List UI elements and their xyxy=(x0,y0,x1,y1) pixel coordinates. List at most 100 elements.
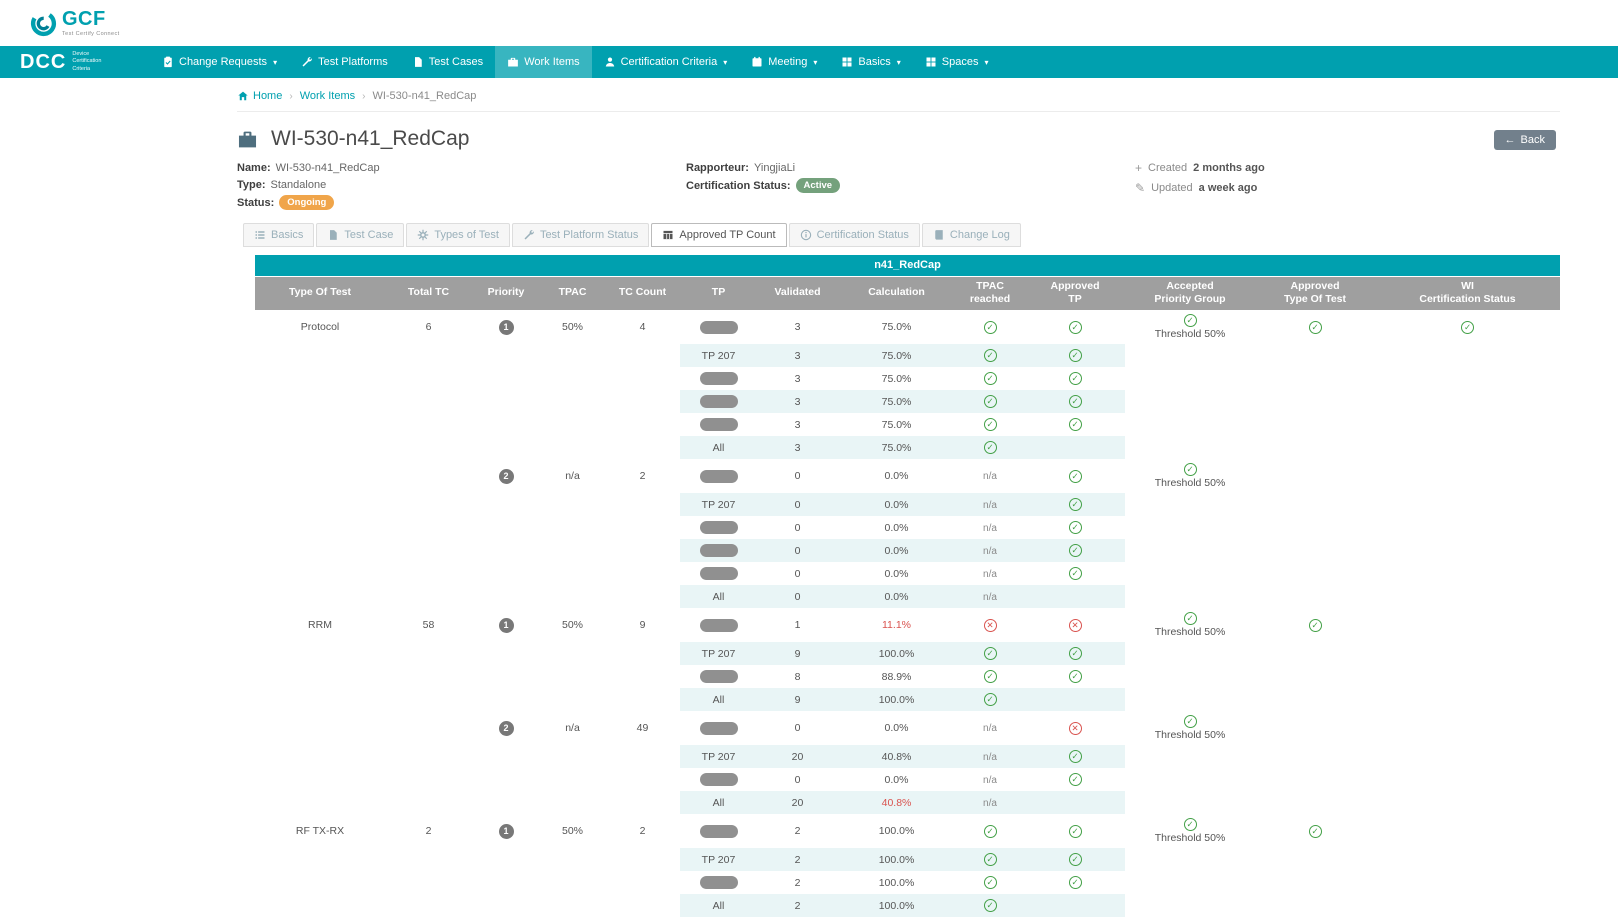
cell-tpac-reached: n/a xyxy=(955,585,1025,608)
caret-down-icon: ▾ xyxy=(985,58,989,67)
tab-approved-tp-count[interactable]: Approved TP Count xyxy=(651,223,786,247)
cell-type-of-test xyxy=(255,642,385,665)
cell-calculation: 0.0% xyxy=(838,493,955,516)
cell-priority xyxy=(472,585,540,608)
caret-down-icon: ▾ xyxy=(273,58,277,67)
cell-tc-count: 2 xyxy=(605,814,680,848)
breadcrumb-link-work-items[interactable]: Work Items xyxy=(300,90,355,102)
nav-item-test-platforms[interactable]: Test Platforms xyxy=(289,46,400,78)
table-row: 888.9%✓✓ xyxy=(255,665,1560,688)
nav-item-work-items[interactable]: Work Items xyxy=(495,46,591,78)
tab-basics[interactable]: Basics xyxy=(243,223,314,247)
tab-change-log[interactable]: Change Log xyxy=(922,223,1021,247)
nav-item-label: Basics xyxy=(858,56,890,68)
tab-types-of-test[interactable]: Types of Test xyxy=(406,223,510,247)
name-label: Name: xyxy=(237,162,271,174)
tab-certification-status[interactable]: Certification Status xyxy=(789,223,920,247)
tab-label: Certification Status xyxy=(817,229,909,241)
check-circle-icon: ✓ xyxy=(984,321,997,334)
cell-validated: 3 xyxy=(757,344,838,367)
gcf-tagline: Test Certify Connect xyxy=(62,31,120,37)
check-circle-icon: ✓ xyxy=(1069,876,1082,889)
cell-validated: 2 xyxy=(757,814,838,848)
cell-accepted-priority-group xyxy=(1125,539,1255,562)
caret-down-icon: ▾ xyxy=(813,58,817,67)
cell-approved-type-of-test xyxy=(1255,459,1375,493)
cell-tc-count xyxy=(605,745,680,768)
cell-validated: 0 xyxy=(757,585,838,608)
threshold-label: Threshold 50% xyxy=(1127,626,1253,638)
calendar-icon xyxy=(751,56,763,68)
nav-item-change-requests[interactable]: Change Requests▾ xyxy=(150,46,289,78)
cell-calculation: 0.0% xyxy=(838,768,955,791)
cell-type-of-test xyxy=(255,516,385,539)
cell-calculation: 0.0% xyxy=(838,459,955,493)
cross-circle-icon: ✕ xyxy=(1069,619,1082,632)
cell-tc-count xyxy=(605,791,680,814)
nav-item-meeting[interactable]: Meeting▾ xyxy=(739,46,829,78)
nav-item-label: Work Items xyxy=(524,56,579,68)
cell-tp xyxy=(680,871,757,894)
cell-validated: 3 xyxy=(757,310,838,344)
nav-item-basics[interactable]: Basics▾ xyxy=(829,46,912,78)
table-row: 2n/a4900.0%n/a✕✓Threshold 50% xyxy=(255,711,1560,745)
cell-accepted-priority-group xyxy=(1125,642,1255,665)
rapporteur-label: Rapporteur: xyxy=(686,162,749,174)
cell-total-tc: 6 xyxy=(385,310,472,344)
redacted-tp-pill xyxy=(700,418,738,431)
cell-wi-certification-status xyxy=(1375,665,1560,688)
cell-tc-count: 9 xyxy=(605,608,680,642)
cell-type-of-test xyxy=(255,665,385,688)
cell-approved-type-of-test: ✓ xyxy=(1255,310,1375,344)
tab-test-case[interactable]: Test Case xyxy=(316,223,404,247)
cell-tp xyxy=(680,413,757,436)
table-row: All2040.8%n/a xyxy=(255,791,1560,814)
cell-priority xyxy=(472,894,540,917)
cell-tpac xyxy=(540,436,605,459)
tab-test-platform-status[interactable]: Test Platform Status xyxy=(512,223,649,247)
cell-tc-count xyxy=(605,871,680,894)
cell-wi-certification-status xyxy=(1375,539,1560,562)
cell-type-of-test xyxy=(255,791,385,814)
cell-tpac xyxy=(540,848,605,871)
back-button[interactable]: ← Back xyxy=(1494,130,1556,150)
cell-tp xyxy=(680,562,757,585)
status-badge: Ongoing xyxy=(279,195,334,210)
cell-validated: 3 xyxy=(757,436,838,459)
cell-type-of-test xyxy=(255,344,385,367)
top-header: GCF Test Certify Connect xyxy=(0,0,1618,46)
cell-approved-tp: ✓ xyxy=(1025,539,1125,562)
table-row: Protocol6150%4375.0%✓✓✓Threshold 50%✓✓ xyxy=(255,310,1560,344)
cell-total-tc xyxy=(385,436,472,459)
check-circle-icon: ✓ xyxy=(1069,498,1082,511)
nav-item-spaces[interactable]: Spaces▾ xyxy=(913,46,1001,78)
check-circle-icon: ✓ xyxy=(1069,647,1082,660)
cell-approved-type-of-test: ✓ xyxy=(1255,608,1375,642)
cell-total-tc: 2 xyxy=(385,814,472,848)
check-circle-icon: ✓ xyxy=(1069,750,1082,763)
nav-item-test-cases[interactable]: Test Cases xyxy=(400,46,495,78)
cross-circle-icon: ✕ xyxy=(1069,722,1082,735)
cell-tp: All xyxy=(680,436,757,459)
table-row: 375.0%✓✓ xyxy=(255,390,1560,413)
check-circle-icon: ✓ xyxy=(984,372,997,385)
breadcrumb-link-home[interactable]: Home xyxy=(237,90,282,102)
cell-type-of-test xyxy=(255,745,385,768)
check-circle-icon: ✓ xyxy=(1069,670,1082,683)
cell-tpac-reached: ✓ xyxy=(955,642,1025,665)
check-circle-icon: ✓ xyxy=(984,670,997,683)
table-band-title: n41_RedCap xyxy=(255,255,1560,276)
priority-badge: 1 xyxy=(499,320,514,335)
cell-tc-count xyxy=(605,390,680,413)
nav-item-certification-criteria[interactable]: Certification Criteria▾ xyxy=(592,46,740,78)
cell-tp xyxy=(680,459,757,493)
tab-label: Test Platform Status xyxy=(540,229,638,241)
cell-tc-count xyxy=(605,642,680,665)
redacted-tp-pill xyxy=(700,470,738,483)
nav-item-label: Certification Criteria xyxy=(621,56,718,68)
cell-total-tc xyxy=(385,390,472,413)
type-label: Type: xyxy=(237,179,266,191)
cell-type-of-test xyxy=(255,539,385,562)
cell-approved-type-of-test xyxy=(1255,539,1375,562)
table-row: TP 2079100.0%✓✓ xyxy=(255,642,1560,665)
